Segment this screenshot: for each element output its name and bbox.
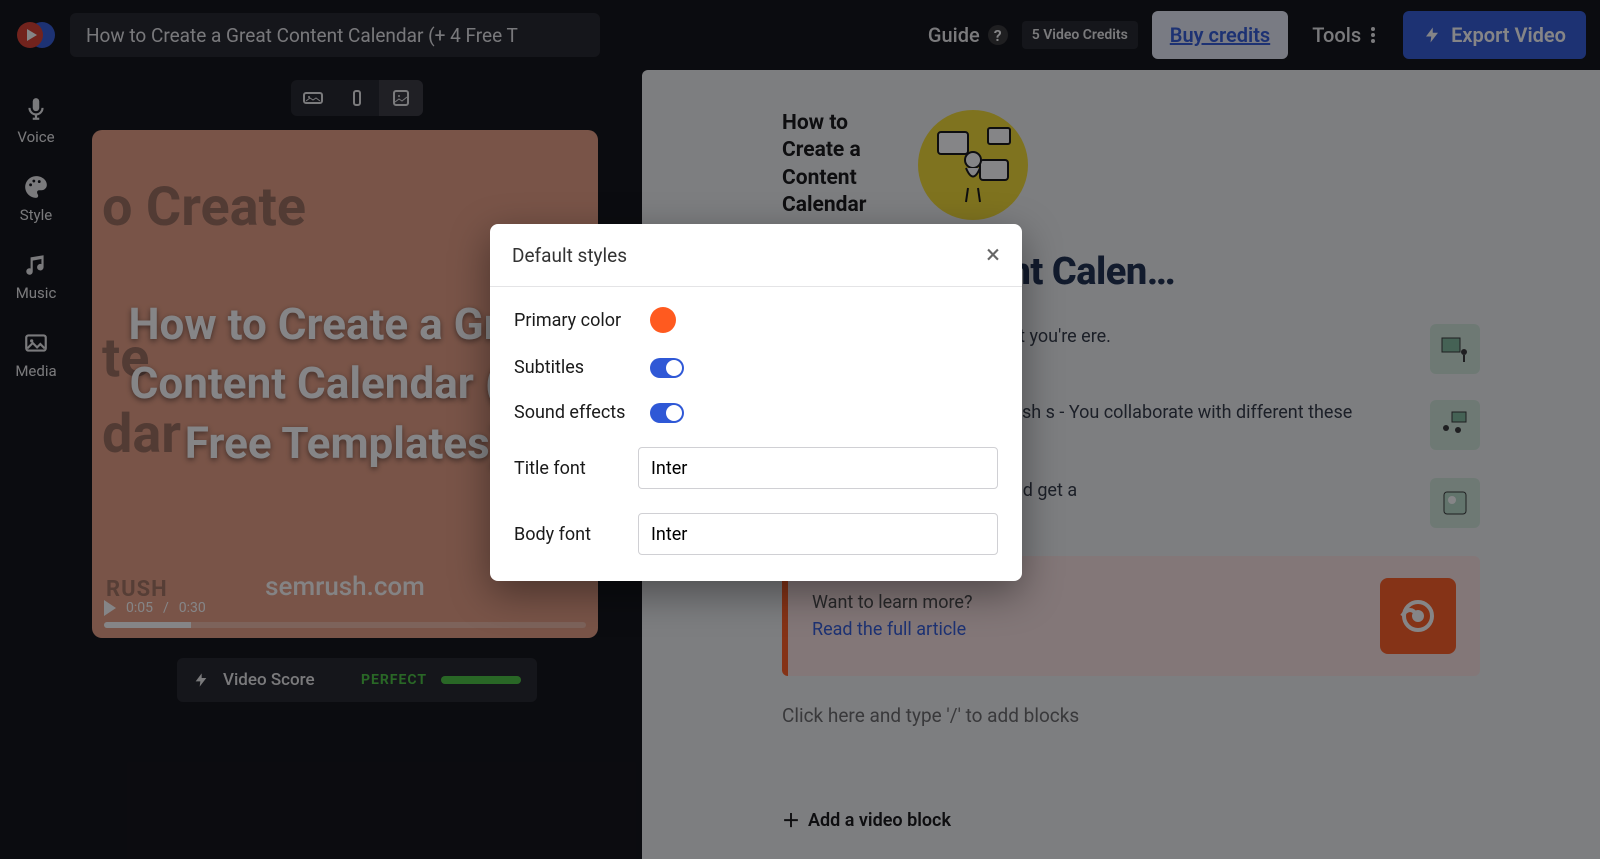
cta-line1: Want to learn more? — [812, 592, 1362, 613]
score-label: Video Score — [223, 670, 315, 690]
default-styles-modal: Default styles × Primary color Subtitles… — [490, 224, 1022, 581]
export-video-button[interactable]: Export Video — [1403, 11, 1586, 59]
layout-landscape-button[interactable] — [291, 80, 335, 116]
sidebar-item-label: Media — [15, 362, 56, 380]
score-rating: PERFECT — [361, 672, 427, 688]
subtitles-label: Subtitles — [514, 357, 626, 378]
tools-label: Tools — [1312, 23, 1361, 47]
modal-title: Default styles — [512, 244, 627, 267]
subtitles-toggle[interactable] — [650, 358, 684, 378]
modal-body: Primary color Subtitles Sound effects Ti… — [490, 287, 1022, 581]
primary-color-swatch[interactable] — [650, 307, 676, 333]
title-font-input[interactable] — [638, 447, 998, 489]
primary-color-label: Primary color — [514, 310, 626, 331]
cta-text: Want to learn more? Read the full articl… — [812, 592, 1362, 640]
preview-corner-brand: RUSH — [106, 577, 168, 602]
cta-link[interactable]: Read the full article — [812, 619, 1362, 640]
subtitles-row: Subtitles — [514, 357, 998, 378]
add-block-hint[interactable]: Click here and type '/' to add blocks — [782, 704, 1480, 727]
layout-switch-group — [291, 80, 423, 116]
primary-color-row: Primary color — [514, 307, 998, 333]
preview-controls: 0:05 / 0:30 — [92, 600, 598, 628]
modal-close-button[interactable]: × — [986, 242, 1000, 268]
progress-track[interactable] — [104, 622, 586, 628]
palette-icon — [23, 174, 49, 200]
sound-effects-row: Sound effects — [514, 402, 998, 423]
play-icon[interactable] — [104, 600, 116, 616]
credits-badge: 5 Video Credits — [1022, 21, 1138, 49]
preview-watermark: semrush.com — [265, 572, 425, 602]
export-label: Export Video — [1451, 23, 1566, 47]
add-block-label: Add a video block — [808, 810, 951, 831]
buy-credits-button[interactable]: Buy credits — [1152, 11, 1288, 59]
media-icon — [23, 330, 49, 356]
body-font-label: Body font — [514, 524, 614, 545]
sidebar-item-music[interactable]: Music — [0, 238, 72, 316]
topbar: Guide ? 5 Video Credits Buy credits Tool… — [0, 0, 1600, 70]
tools-menu-button[interactable]: Tools — [1302, 15, 1389, 55]
sfx-label: Sound effects — [514, 402, 626, 423]
hero-block[interactable]: How to Create a Content Calendar — [782, 110, 1480, 220]
sfx-toggle[interactable] — [650, 403, 684, 423]
title-font-row: Title font — [514, 447, 998, 489]
menu-dots-icon — [1371, 33, 1375, 37]
body-font-input[interactable] — [638, 513, 998, 555]
hero-illustration — [918, 110, 1028, 220]
plus-icon: ＋ — [782, 807, 800, 833]
music-icon — [23, 252, 49, 278]
score-track — [441, 676, 521, 684]
progress-fill — [104, 622, 191, 628]
sidebar-item-media[interactable]: Media — [0, 316, 72, 394]
bolt-icon — [1423, 26, 1441, 44]
app-logo[interactable] — [14, 14, 56, 56]
sidebar-item-label: Music — [16, 284, 57, 302]
left-sidebar: Voice Style Music Media — [0, 70, 72, 859]
layout-square-button[interactable] — [379, 80, 423, 116]
hero-title: How to Create a Content Calendar — [782, 110, 912, 219]
guide-label: Guide — [928, 23, 980, 47]
list-item-thumb — [1430, 324, 1480, 374]
add-video-block-button[interactable]: ＋ Add a video block — [782, 807, 951, 833]
sidebar-item-label: Voice — [17, 128, 54, 146]
guide-link[interactable]: Guide ? — [928, 23, 1008, 47]
mic-icon — [23, 96, 49, 122]
sidebar-item-label: Style — [20, 206, 53, 224]
time-total: 0:30 — [179, 600, 206, 616]
body-font-row: Body font — [514, 513, 998, 555]
sidebar-item-style[interactable]: Style — [0, 160, 72, 238]
time-current: 0:05 — [126, 600, 153, 616]
bolt-icon — [193, 672, 209, 688]
list-item-thumb — [1430, 400, 1480, 450]
help-icon: ? — [988, 25, 1008, 45]
list-item-thumb — [1430, 478, 1480, 528]
video-score-bar[interactable]: Video Score PERFECT — [177, 658, 537, 702]
project-title-input[interactable] — [70, 13, 600, 57]
layout-portrait-button[interactable] — [335, 80, 379, 116]
modal-header: Default styles × — [490, 224, 1022, 287]
title-font-label: Title font — [514, 458, 614, 479]
sidebar-item-voice[interactable]: Voice — [0, 82, 72, 160]
cta-brand-icon — [1380, 578, 1456, 654]
